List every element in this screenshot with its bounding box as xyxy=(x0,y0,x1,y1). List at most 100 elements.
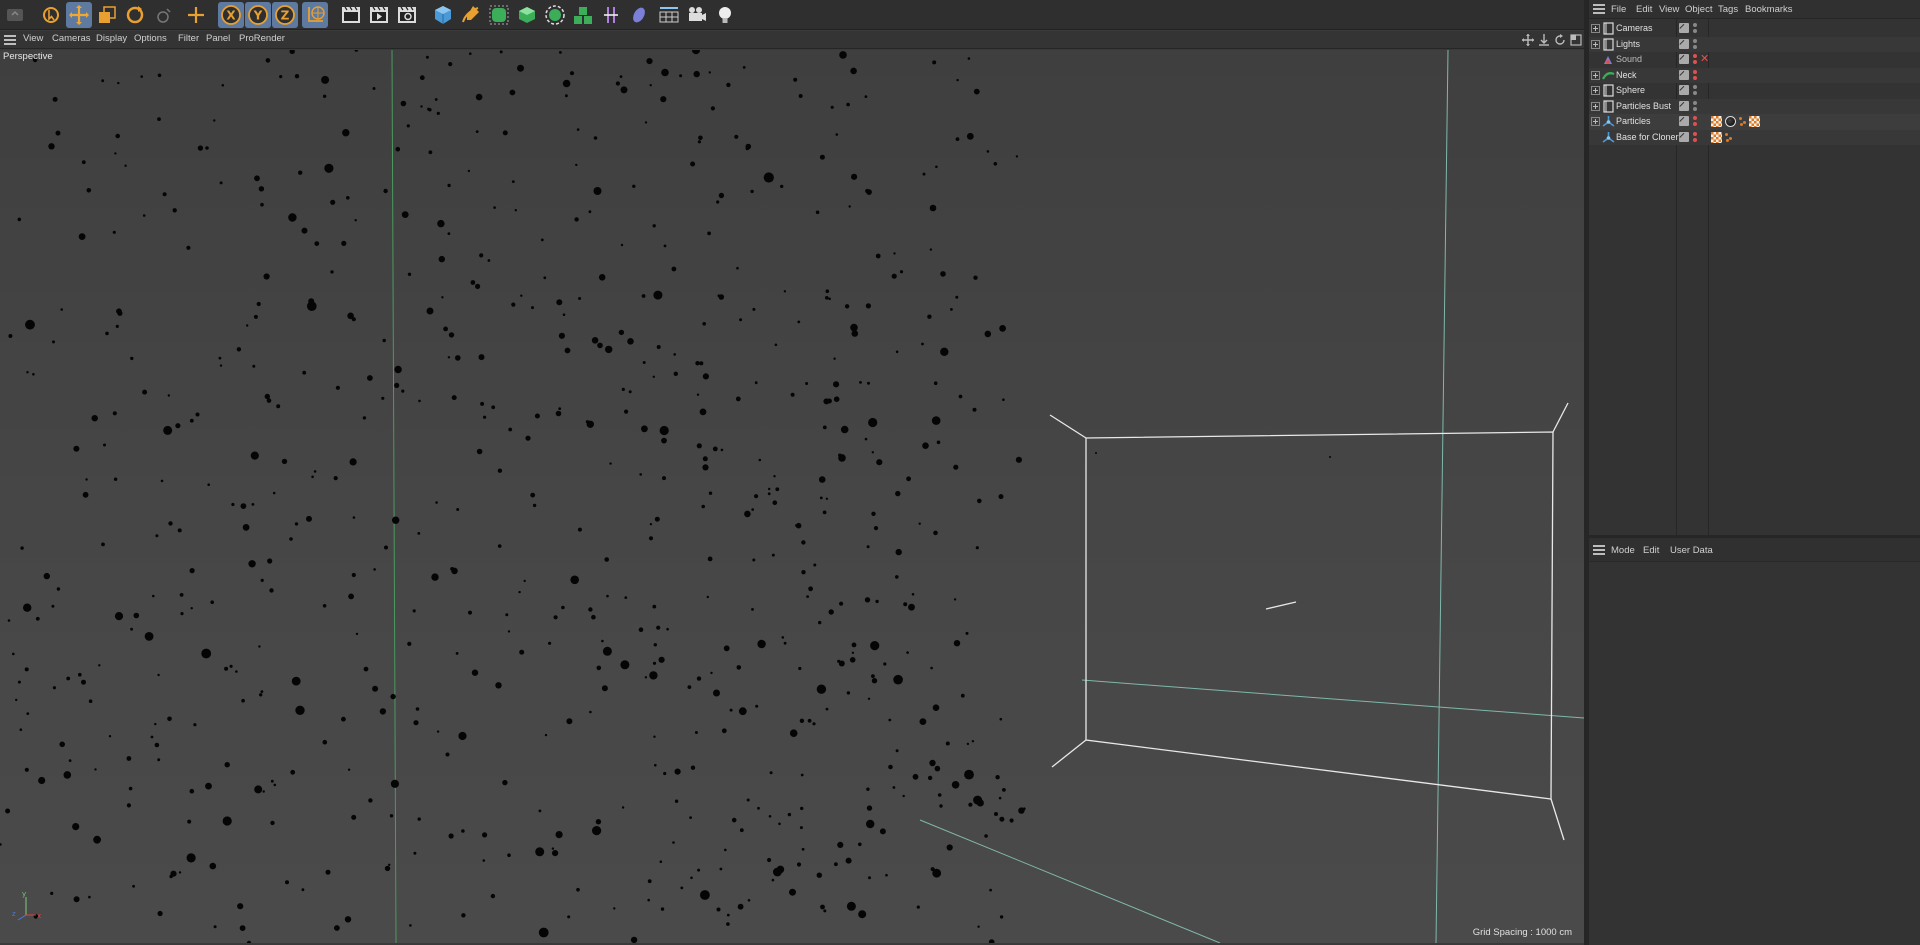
object-row-neck[interactable]: Neck xyxy=(1589,67,1920,83)
visibility-dots[interactable] xyxy=(1693,38,1697,50)
attribute-manager-hamburger-icon[interactable] xyxy=(1593,545,1605,555)
maximize-view-icon[interactable] xyxy=(1570,34,1582,46)
x-axis-lock-icon[interactable]: X xyxy=(218,2,244,28)
viewport-menu-options[interactable]: Options xyxy=(134,33,167,44)
undo-icon[interactable] xyxy=(2,2,28,28)
viewport-hamburger-icon[interactable] xyxy=(4,35,16,45)
particle xyxy=(799,826,803,830)
add-cross-icon[interactable] xyxy=(183,2,209,28)
world-coordinates-icon[interactable] xyxy=(302,2,328,28)
cube-object-icon[interactable] xyxy=(430,2,456,28)
floor-environment-icon[interactable] xyxy=(656,2,682,28)
layer-edit-icon[interactable] xyxy=(1679,54,1689,64)
expand-toggle-icon[interactable] xyxy=(1591,24,1600,33)
viewport-menu-filter[interactable]: Filter xyxy=(178,33,199,44)
live-selection-icon[interactable] xyxy=(38,2,64,28)
object-row-base-for-cloner[interactable]: Base for Cloner xyxy=(1589,129,1920,145)
viewport-menu-panel[interactable]: Panel xyxy=(206,33,230,44)
object-name[interactable]: Base for Cloner xyxy=(1616,132,1679,142)
rotate-tool-icon[interactable] xyxy=(122,2,148,28)
layer-edit-icon[interactable] xyxy=(1679,131,1689,142)
viewport-menu-cameras[interactable]: Cameras xyxy=(52,33,91,44)
particle xyxy=(892,786,896,789)
y-axis-lock-icon[interactable]: Y xyxy=(245,2,271,28)
visibility-dots[interactable] xyxy=(1693,131,1697,143)
layer-edit-icon[interactable] xyxy=(1679,85,1689,95)
render-view-icon[interactable] xyxy=(338,2,364,28)
expand-toggle-icon[interactable] xyxy=(1591,86,1600,95)
object-name[interactable]: Lights xyxy=(1616,39,1640,49)
om-menu-file[interactable]: File xyxy=(1611,4,1626,15)
expand-toggle-icon[interactable] xyxy=(1591,101,1600,111)
dots-tag-icon[interactable] xyxy=(1739,116,1747,127)
array-icon[interactable] xyxy=(570,2,596,28)
object-name[interactable]: Particles xyxy=(1616,116,1651,126)
object-name[interactable]: Particles Bust xyxy=(1616,101,1671,111)
layer-edit-icon[interactable] xyxy=(1679,69,1689,80)
object-row-sound[interactable]: Sound ✕ xyxy=(1589,52,1920,68)
light-object-icon[interactable] xyxy=(712,2,738,28)
om-menu-tags[interactable]: Tags xyxy=(1718,4,1738,15)
checker-material-tag-icon[interactable] xyxy=(1711,131,1722,143)
dots-tag-icon[interactable] xyxy=(1725,132,1733,143)
recent-tool-icon[interactable] xyxy=(150,2,176,28)
visibility-dots[interactable] xyxy=(1693,100,1697,112)
object-manager-hamburger-icon[interactable] xyxy=(1593,4,1605,14)
visibility-dots[interactable] xyxy=(1693,23,1697,34)
render-settings-icon[interactable] xyxy=(394,2,420,28)
scale-tool-icon[interactable] xyxy=(94,2,120,28)
zoom-view-icon[interactable] xyxy=(1538,34,1550,46)
om-menu-view[interactable]: View xyxy=(1659,4,1679,15)
object-row-sphere[interactable]: Sphere xyxy=(1589,83,1920,99)
object-name[interactable]: Neck xyxy=(1616,70,1637,80)
visibility-dots[interactable] xyxy=(1693,85,1697,96)
pan-view-icon[interactable] xyxy=(1522,34,1534,46)
expand-toggle-icon[interactable] xyxy=(1591,70,1600,80)
viewport-menu-view[interactable]: View xyxy=(23,33,43,44)
object-name[interactable]: Sound xyxy=(1616,54,1642,64)
object-name[interactable]: Cameras xyxy=(1616,23,1653,33)
particle xyxy=(697,140,702,144)
am-menu-mode[interactable]: Mode xyxy=(1611,545,1635,556)
layer-edit-icon[interactable] xyxy=(1679,38,1689,49)
object-row-particles[interactable]: Particles xyxy=(1589,114,1920,130)
layer-edit-icon[interactable] xyxy=(1679,23,1689,33)
expand-toggle-icon[interactable] xyxy=(1591,39,1600,49)
camera-label[interactable]: Perspective xyxy=(3,51,53,62)
visibility-dots[interactable] xyxy=(1693,54,1697,65)
camera-object-icon[interactable] xyxy=(684,2,710,28)
rotate-view-icon[interactable] xyxy=(1554,34,1566,46)
extrude-nurbs-icon[interactable] xyxy=(514,2,540,28)
object-name[interactable]: Sphere xyxy=(1616,85,1645,95)
visibility-dots[interactable] xyxy=(1693,69,1697,81)
z-axis-lock-icon[interactable]: Z xyxy=(272,2,298,28)
deformer-bend-icon[interactable] xyxy=(598,2,624,28)
subdivision-surface-icon[interactable] xyxy=(486,2,512,28)
field-icon[interactable] xyxy=(626,2,652,28)
visibility-dots[interactable] xyxy=(1693,116,1697,127)
render-to-picture-viewer-icon[interactable] xyxy=(366,2,392,28)
object-row-cameras[interactable]: Cameras xyxy=(1589,21,1920,37)
pen-spline-icon[interactable] xyxy=(458,2,484,28)
am-menu-edit[interactable]: Edit xyxy=(1643,545,1659,556)
move-tool-icon[interactable] xyxy=(66,2,92,28)
om-menu-object[interactable]: Object xyxy=(1685,4,1712,15)
checker-material-tag-icon[interactable] xyxy=(1711,116,1722,127)
om-menu-bookmarks[interactable]: Bookmarks xyxy=(1745,4,1793,15)
layer-edit-icon[interactable] xyxy=(1679,100,1689,111)
disabled-x-icon[interactable]: ✕ xyxy=(1700,52,1709,66)
object-row-lights[interactable]: Lights xyxy=(1589,36,1920,52)
mograph-cloner-icon[interactable] xyxy=(542,2,568,28)
checker-material-tag-icon[interactable] xyxy=(1749,116,1760,127)
sphere-material-tag-icon[interactable] xyxy=(1725,116,1736,127)
object-row-particles-bust[interactable]: Particles Bust xyxy=(1589,98,1920,114)
om-menu-edit[interactable]: Edit xyxy=(1636,4,1652,15)
particle xyxy=(523,579,526,583)
am-menu-user-data[interactable]: User Data xyxy=(1670,545,1713,556)
particle xyxy=(621,806,625,809)
expand-toggle-icon[interactable] xyxy=(1591,117,1600,126)
layer-edit-icon[interactable] xyxy=(1679,116,1689,126)
3d-viewport[interactable]: Perspective x z y Grid Spacing: 1000 cm xyxy=(0,50,1584,943)
viewport-menu-prorender[interactable]: ProRender xyxy=(239,33,285,44)
viewport-menu-display[interactable]: Display xyxy=(96,33,127,44)
